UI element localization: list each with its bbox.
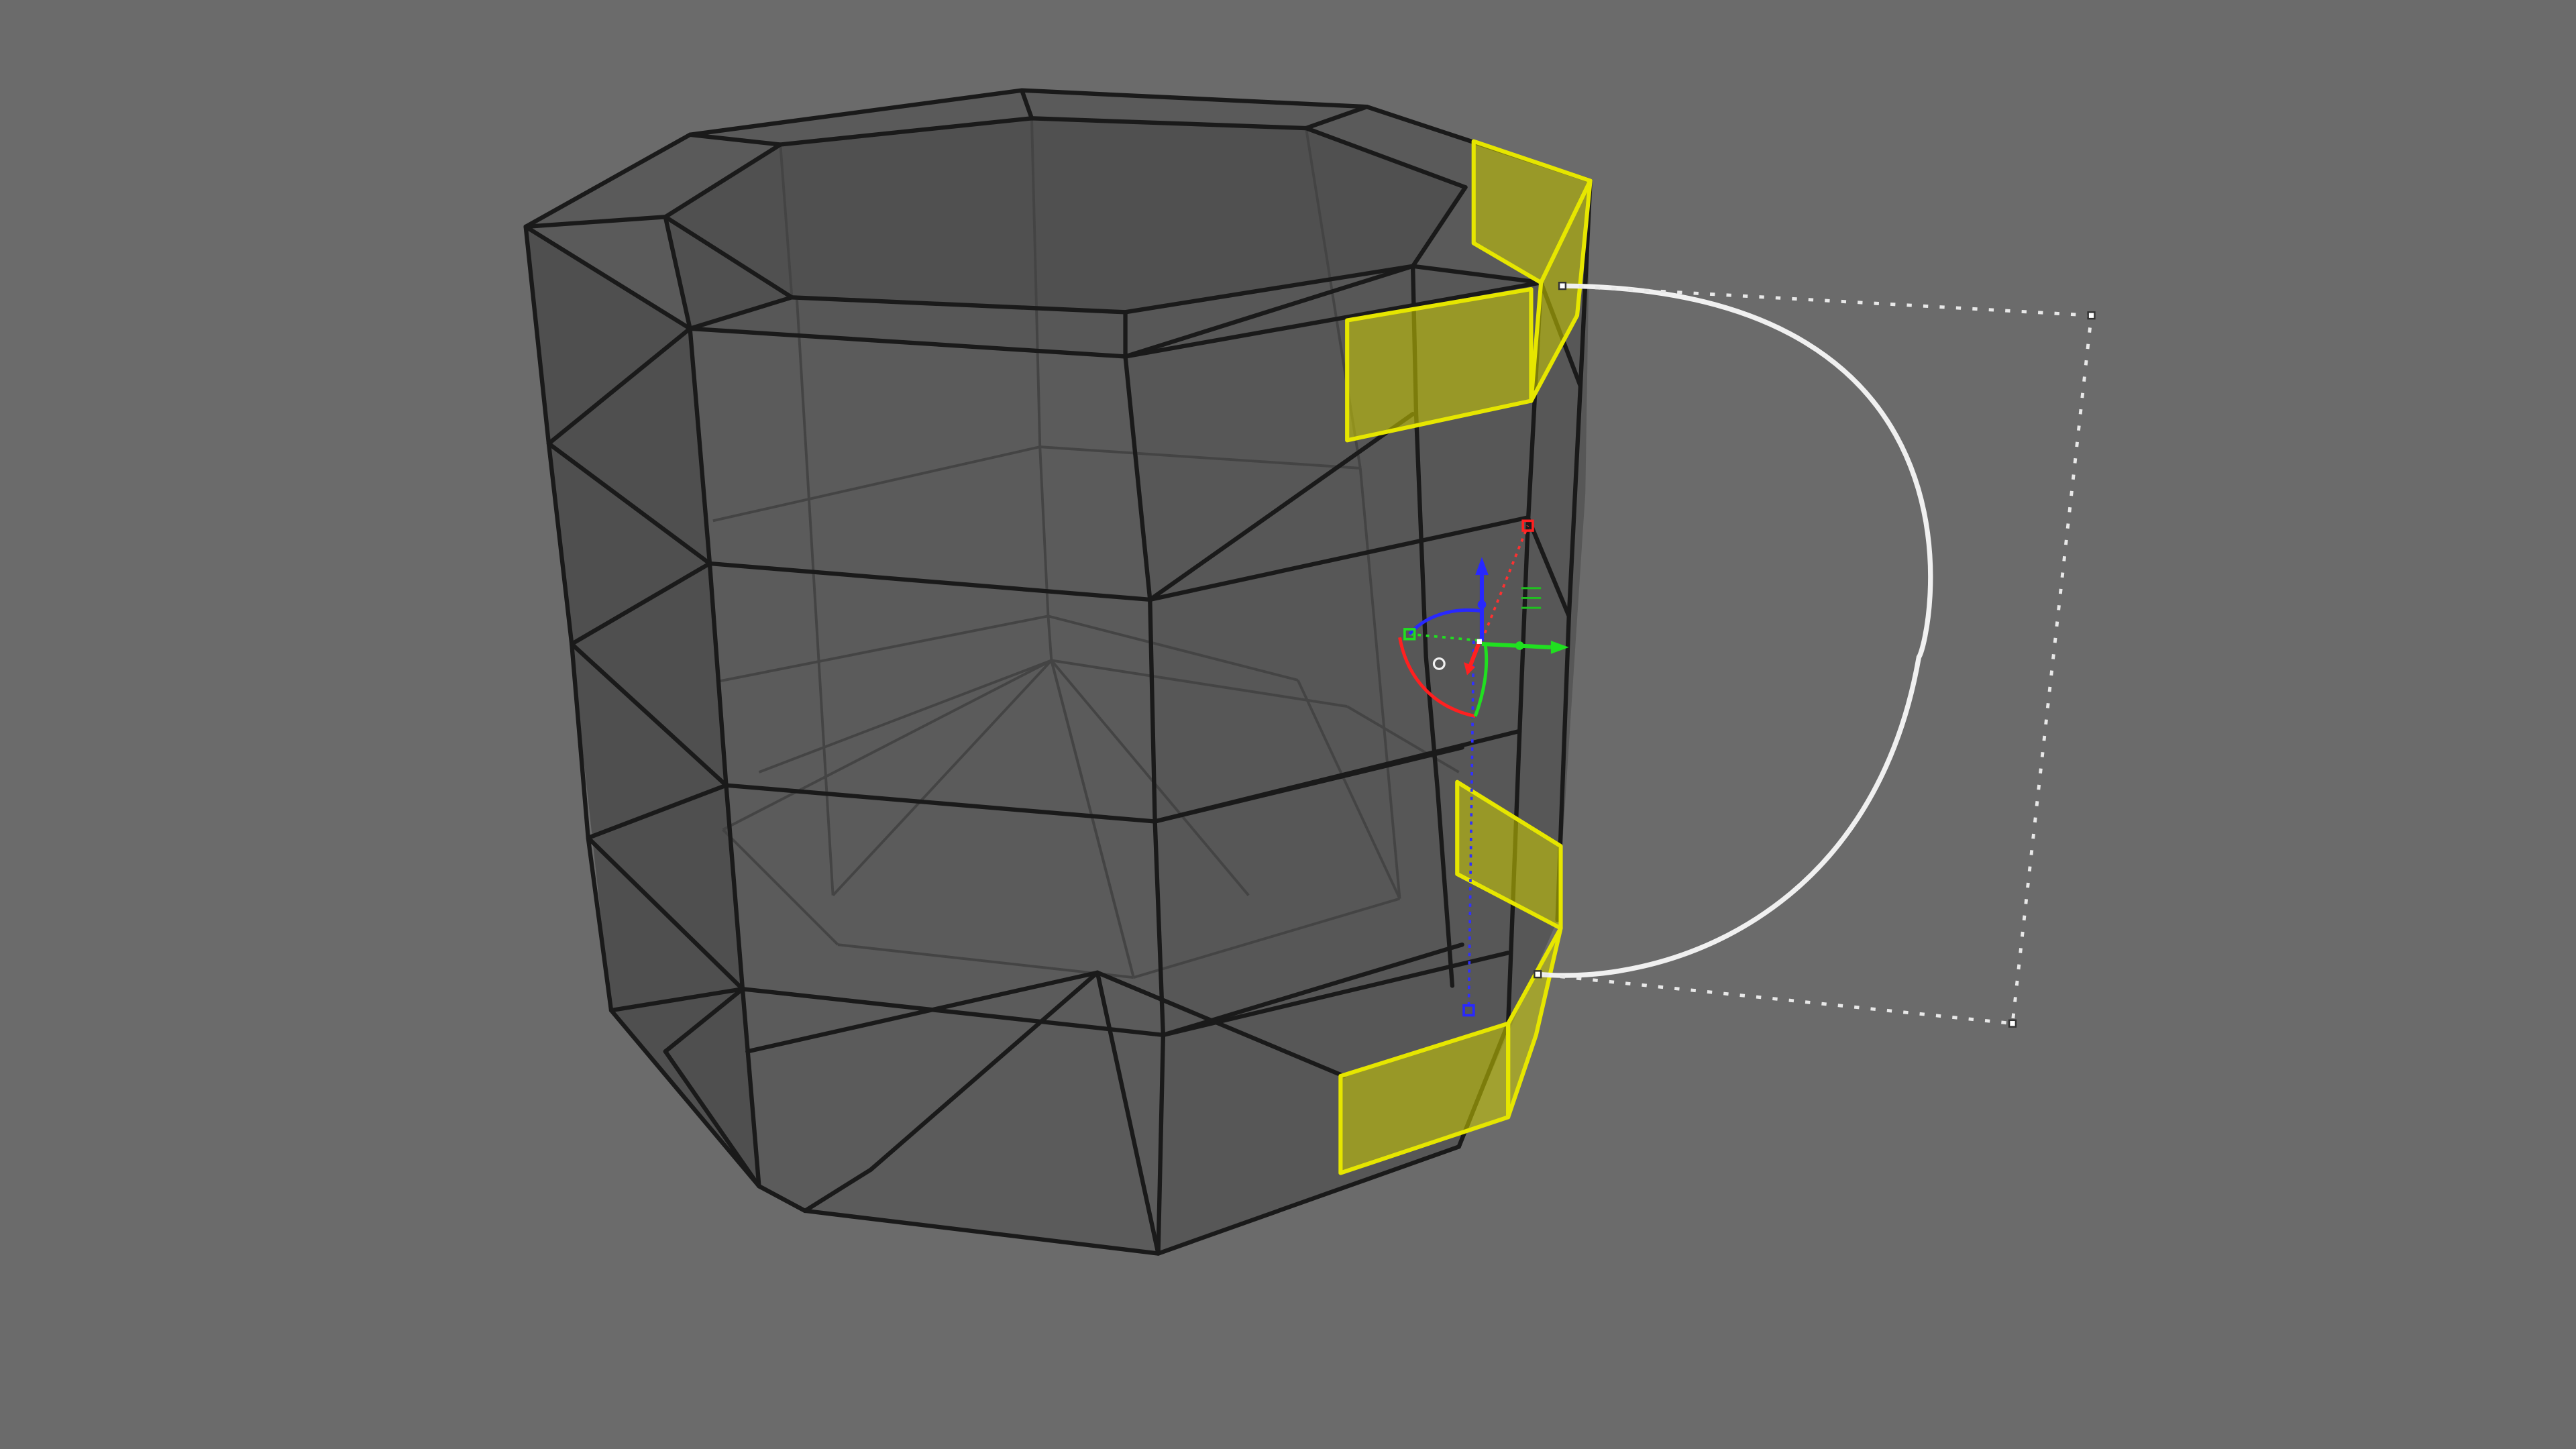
handle-curve[interactable] <box>1534 282 2096 1028</box>
viewport-canvas[interactable] <box>0 0 2576 1449</box>
control-point-start[interactable] <box>1558 282 1567 290</box>
control-point-2[interactable] <box>2008 1019 2017 1028</box>
bezier-curve[interactable] <box>1537 283 1933 978</box>
control-point-1[interactable] <box>2087 311 2096 320</box>
move-z-dot[interactable] <box>1477 600 1487 609</box>
control-point-end[interactable] <box>1534 970 1542 979</box>
3d-viewport[interactable] <box>0 0 2576 1449</box>
move-y-dot[interactable] <box>1515 641 1524 650</box>
mesh-front-face <box>690 328 1163 1254</box>
control-cage <box>1537 284 2094 1026</box>
gizmo-center[interactable] <box>1477 639 1482 644</box>
